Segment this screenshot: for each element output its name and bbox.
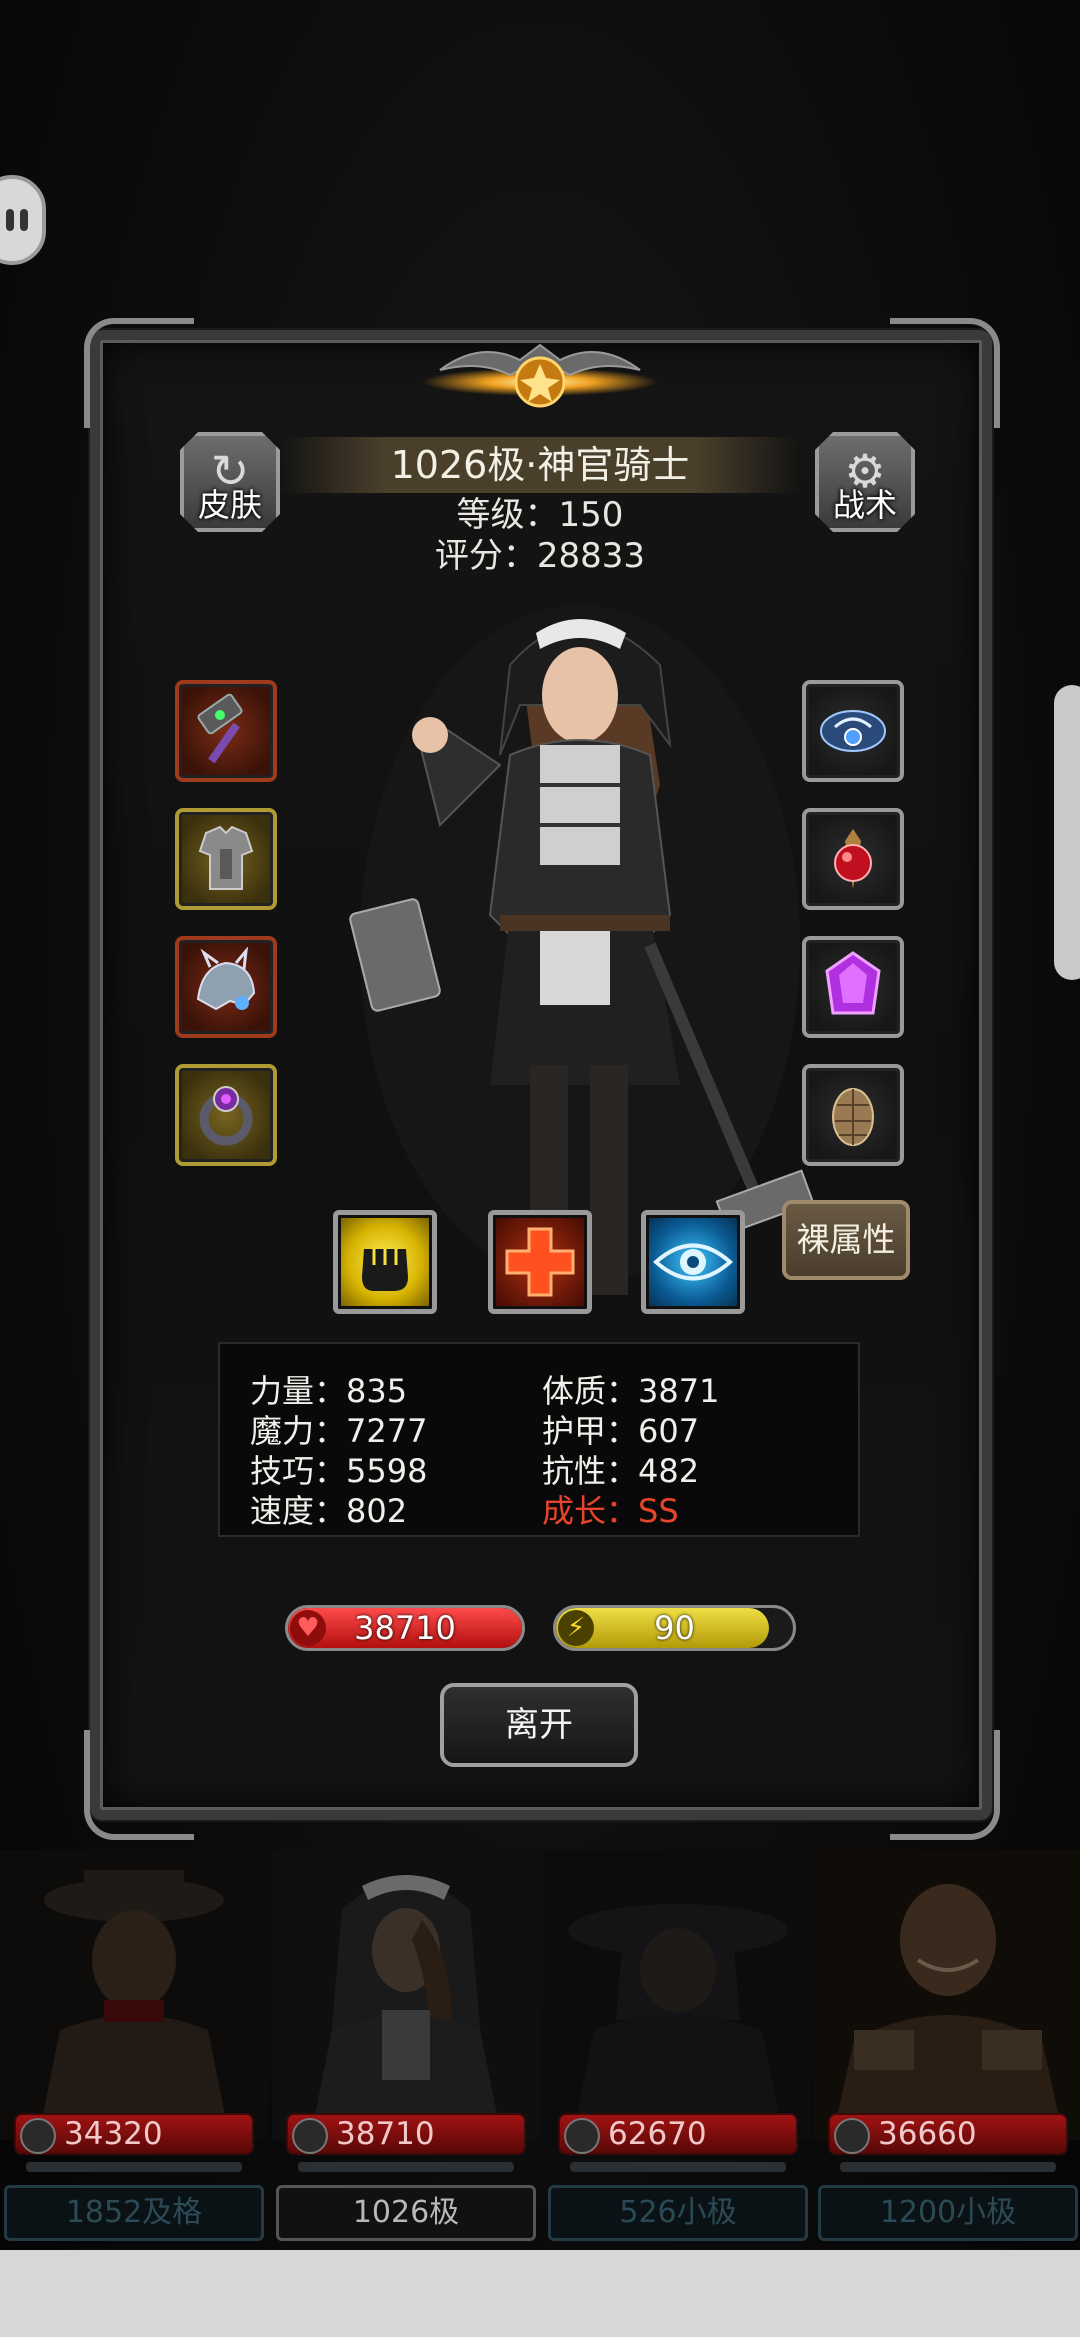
- stat-speed: 速度：802: [250, 1492, 408, 1530]
- roster-card[interactable]: 38710 1026极: [272, 1850, 540, 2250]
- panel-corner-ornament: [84, 318, 194, 428]
- hero-title: 1026极·神官骑士: [390, 443, 690, 487]
- roster-exp-bar: [26, 2162, 242, 2172]
- cross-heal-skill-icon: [505, 1227, 575, 1297]
- lightning-icon: ⚡: [558, 1610, 594, 1646]
- stats-table: 力量：835 魔力：7277 技巧：5598 速度：802 体质：3871 护甲…: [218, 1342, 860, 1537]
- roster-tag: 1852及格: [4, 2185, 264, 2241]
- hp-bar: ♥ 38710: [285, 1605, 525, 1651]
- tactics-button-label: 战术: [832, 486, 897, 524]
- eye-skill-icon: [652, 1243, 734, 1281]
- stat-growth: 成长：SS: [542, 1492, 679, 1530]
- roster-power-value: 34320: [64, 2116, 163, 2152]
- skill-slot-1[interactable]: [333, 1210, 437, 1314]
- roster-power-value: 62670: [608, 2116, 707, 2152]
- amulet-icon: [820, 710, 886, 752]
- roster-card[interactable]: 36660 1200小极: [814, 1850, 1080, 2250]
- hooded-hero-portrait: [544, 1850, 812, 2140]
- crest-emblem-icon: [422, 343, 658, 408]
- purple-crystal-icon: [825, 951, 881, 1015]
- hero-detail-screen: 1026极·神官骑士 等级：150 评分：28833 ↻ 皮肤 ⚙ 战术 裸属性…: [0, 0, 1080, 2337]
- roster-power: 38710: [286, 2113, 526, 2155]
- tactics-button[interactable]: ⚙ 战术: [815, 432, 915, 532]
- side-drawer-handle[interactable]: [1054, 685, 1080, 980]
- power-icon: [20, 2118, 56, 2154]
- power-icon: [834, 2118, 870, 2154]
- heart-icon: ♥: [290, 1610, 326, 1646]
- shell-shield-icon: [832, 1088, 874, 1146]
- roster-power: 34320: [14, 2113, 254, 2155]
- roster-exp-bar: [570, 2162, 786, 2172]
- roster-tag: 526小极: [548, 2185, 808, 2241]
- ring-icon: [199, 1086, 253, 1146]
- leave-button[interactable]: 离开: [440, 1683, 638, 1767]
- equip-slot-armor[interactable]: [175, 808, 277, 910]
- cowboy-hero-portrait: [0, 1850, 268, 2140]
- skin-button[interactable]: ↻ 皮肤: [180, 432, 280, 532]
- floating-assistant-button[interactable]: [0, 175, 46, 265]
- equip-slot-helm[interactable]: [175, 936, 277, 1038]
- roster-exp-bar: [298, 2162, 514, 2172]
- roster-power-value: 36660: [878, 2116, 977, 2152]
- equip-slot-ring[interactable]: [175, 1064, 277, 1166]
- roster-power: 62670: [558, 2113, 798, 2155]
- red-gem-trinket-icon: [834, 829, 872, 889]
- nun-knight-portrait: [272, 1850, 540, 2140]
- skin-button-label: 皮肤: [197, 486, 262, 524]
- hero-portrait: [349, 605, 815, 1295]
- assistant-eye-left: [6, 209, 14, 231]
- skill-slot-3[interactable]: [641, 1210, 745, 1314]
- roster-exp-bar: [840, 2162, 1056, 2172]
- bottom-strip: [0, 2250, 1080, 2337]
- roster-card[interactable]: 62670 526小极: [544, 1850, 812, 2250]
- dragon-helm-icon: [196, 947, 256, 1011]
- power-icon: [292, 2118, 328, 2154]
- hammer-weapon-icon: [197, 693, 243, 764]
- bare-attributes-button[interactable]: 裸属性: [782, 1200, 910, 1280]
- panel-corner-ornament: [84, 1730, 194, 1840]
- fist-skill-icon: [362, 1249, 408, 1291]
- skill-slot-2[interactable]: [488, 1210, 592, 1314]
- energy-bar: ⚡ 90: [553, 1605, 796, 1651]
- hero-roster: 34320 1852及格 38710 1026极 62670 526小极 366…: [0, 1850, 1080, 2250]
- roster-tag: 1026极: [276, 2185, 536, 2241]
- panel-corner-ornament: [890, 318, 1000, 428]
- hero-score: 评分：28833: [434, 536, 646, 576]
- armor-icon: [198, 825, 254, 890]
- roster-card[interactable]: 34320 1852及格: [0, 1850, 268, 2250]
- power-icon: [564, 2118, 600, 2154]
- brute-hero-portrait: [814, 1850, 1080, 2140]
- roster-power: 36660: [828, 2113, 1068, 2155]
- assistant-eye-right: [20, 209, 28, 231]
- roster-power-value: 38710: [336, 2116, 435, 2152]
- equip-slot-weapon[interactable]: [175, 680, 277, 782]
- panel-corner-ornament: [890, 1730, 1000, 1840]
- roster-tag: 1200小极: [818, 2185, 1078, 2241]
